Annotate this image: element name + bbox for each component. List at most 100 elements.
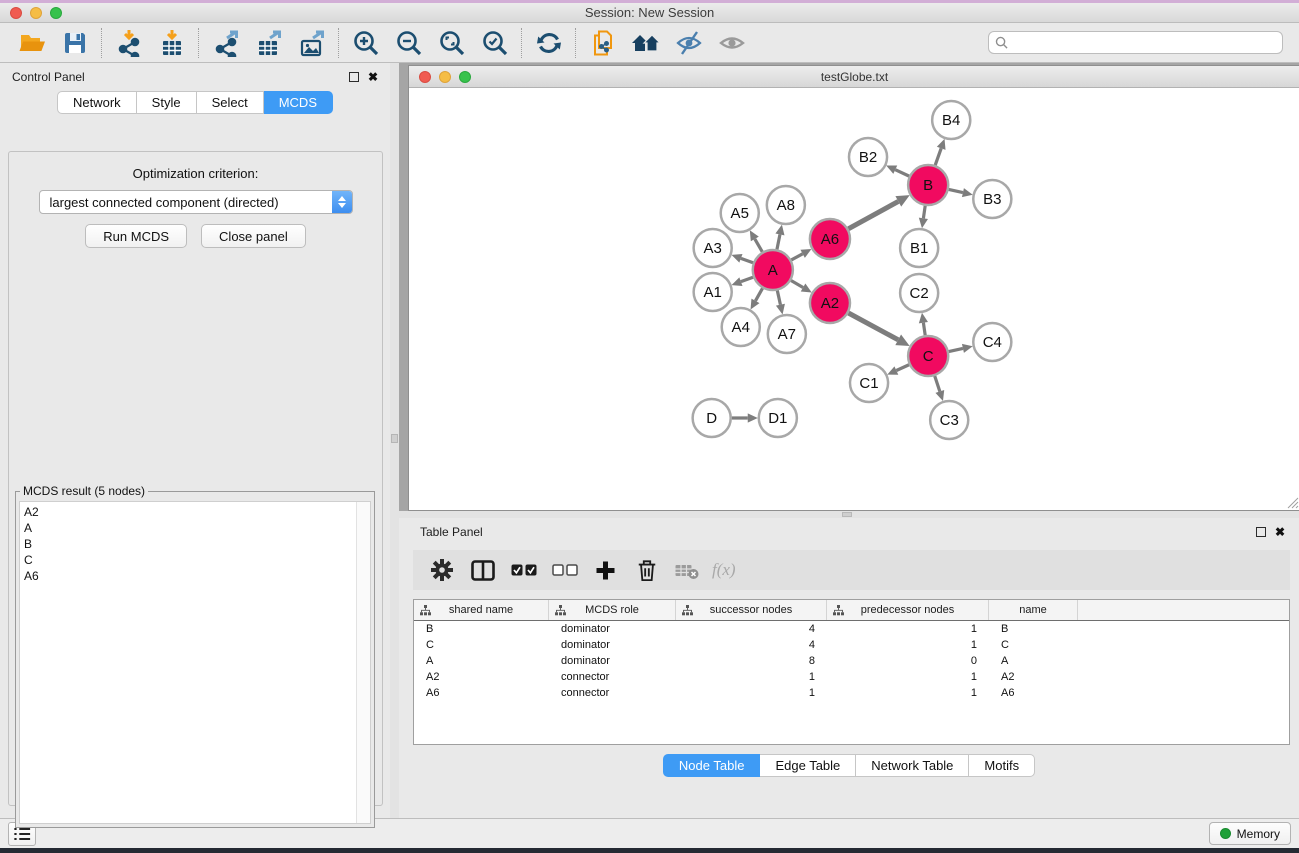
close-panel-button[interactable]: Close panel [201,224,306,248]
table-cell[interactable]: A2 [414,671,549,683]
horizontal-splitter[interactable] [399,511,1299,518]
graph-node[interactable]: A6 [810,219,850,259]
table-cell[interactable]: connector [549,671,676,683]
graph-edge[interactable] [886,165,909,176]
graph-edge[interactable] [732,254,754,263]
graph-node[interactable]: B3 [973,180,1011,218]
table-cell[interactable]: B [989,623,1078,635]
graph-node[interactable]: B1 [900,229,938,267]
graph-edge[interactable] [791,249,811,260]
graph-node[interactable]: B4 [932,101,970,139]
zoom-in-button[interactable] [344,25,387,61]
graph-edge[interactable] [919,206,928,228]
graph-edge[interactable] [848,313,909,346]
table-cell[interactable]: A6 [414,687,549,699]
float-panel-icon[interactable] [1256,527,1266,537]
graph-node[interactable]: C2 [900,274,938,312]
table-cell[interactable]: 8 [676,655,827,667]
column-header[interactable]: MCDS role [549,600,676,620]
table-cell[interactable]: connector [549,687,676,699]
create-column-button[interactable] [587,553,624,587]
table-cell[interactable]: dominator [549,655,676,667]
resize-grip-icon[interactable] [1285,495,1299,509]
export-table-button[interactable] [247,25,290,61]
graph-node[interactable]: A4 [722,308,760,346]
first-neighbors-button[interactable] [624,25,667,61]
graph-edge[interactable] [775,225,784,250]
open-session-button[interactable] [10,25,53,61]
table-cell[interactable]: 4 [676,639,827,651]
splitter-grip[interactable] [842,512,852,517]
table-cell[interactable]: A2 [989,671,1078,683]
refresh-view-button[interactable] [527,25,570,61]
graph-node[interactable]: C4 [973,323,1011,361]
graph-edge[interactable] [949,344,973,353]
graph-edge[interactable] [791,281,812,293]
graph-node[interactable]: A2 [810,283,850,323]
table-cell[interactable]: 1 [827,639,989,651]
memory-button[interactable]: Memory [1209,822,1291,845]
table-cell[interactable]: 1 [827,671,989,683]
graph-node[interactable]: A [753,250,793,290]
table-cell[interactable]: C [414,639,549,651]
table-row[interactable]: Cdominator41C [414,637,1289,653]
table-cell[interactable]: B [414,623,549,635]
search-input[interactable] [1012,36,1276,50]
table-cell[interactable]: A [989,655,1078,667]
export-image-button[interactable] [290,25,333,61]
graph-node[interactable]: B [908,165,948,205]
tab-style[interactable]: Style [137,91,197,114]
mcds-result-item[interactable]: B [24,536,355,552]
close-panel-icon[interactable]: ✖ [1275,527,1285,537]
table-cell[interactable]: 1 [827,623,989,635]
graph-node[interactable]: A1 [694,273,732,311]
show-column-button[interactable] [464,553,501,587]
graph-node[interactable]: B2 [849,138,887,176]
graph-node[interactable]: A8 [767,186,805,224]
search-field[interactable] [988,31,1283,54]
column-header[interactable]: shared name [414,600,549,620]
zoom-selected-button[interactable] [473,25,516,61]
hide-details-button[interactable] [667,25,710,61]
graph-node[interactable]: A5 [721,194,759,232]
run-mcds-button[interactable]: Run MCDS [85,224,187,248]
mcds-result-item[interactable]: C [24,552,355,568]
tab-node-table[interactable]: Node Table [663,754,761,777]
tab-select[interactable]: Select [197,91,264,114]
graph-edge[interactable] [887,365,909,375]
float-panel-icon[interactable] [349,72,359,82]
table-cell[interactable]: 1 [827,687,989,699]
zoom-fit-button[interactable] [430,25,473,61]
column-header[interactable]: predecessor nodes [827,600,989,620]
unselect-all-columns-button[interactable] [546,553,583,587]
tab-mcds[interactable]: MCDS [264,91,333,114]
column-header[interactable]: successor nodes [676,600,827,620]
table-cell[interactable]: A [414,655,549,667]
graph-edge[interactable] [751,288,763,309]
graph-node[interactable]: A3 [694,229,732,267]
network-canvas[interactable]: B4B2BB3A5A8A6B1A3AA1C2A2A4A7C4CC1C3DD1 [409,88,1299,510]
table-row[interactable]: Adominator80A [414,653,1289,669]
graph-node[interactable]: C1 [850,364,888,402]
mcds-result-item[interactable]: A [24,520,355,536]
table-cell[interactable]: A6 [989,687,1078,699]
export-network-button[interactable] [204,25,247,61]
clone-network-button[interactable] [581,25,624,61]
graph-edge[interactable] [848,195,909,229]
function-builder-icon[interactable]: f(x) [710,560,736,580]
zoom-out-button[interactable] [387,25,430,61]
tab-edge-table[interactable]: Edge Table [760,754,856,777]
mcds-result-item[interactable]: A2 [24,504,355,520]
tab-network[interactable]: Network [57,91,137,114]
table-cell[interactable]: 4 [676,623,827,635]
table-options-button[interactable] [423,553,460,587]
graph-node[interactable]: D1 [759,399,797,437]
graph-edge[interactable] [935,376,944,401]
column-header[interactable]: name [989,600,1078,620]
graph-edge[interactable] [949,188,973,197]
mcds-result-item[interactable]: A6 [24,568,355,584]
graph-node[interactable]: C [908,336,948,376]
result-scrollbar[interactable] [356,502,370,823]
graph-edge[interactable] [732,277,754,286]
delete-table-button[interactable] [669,553,706,587]
